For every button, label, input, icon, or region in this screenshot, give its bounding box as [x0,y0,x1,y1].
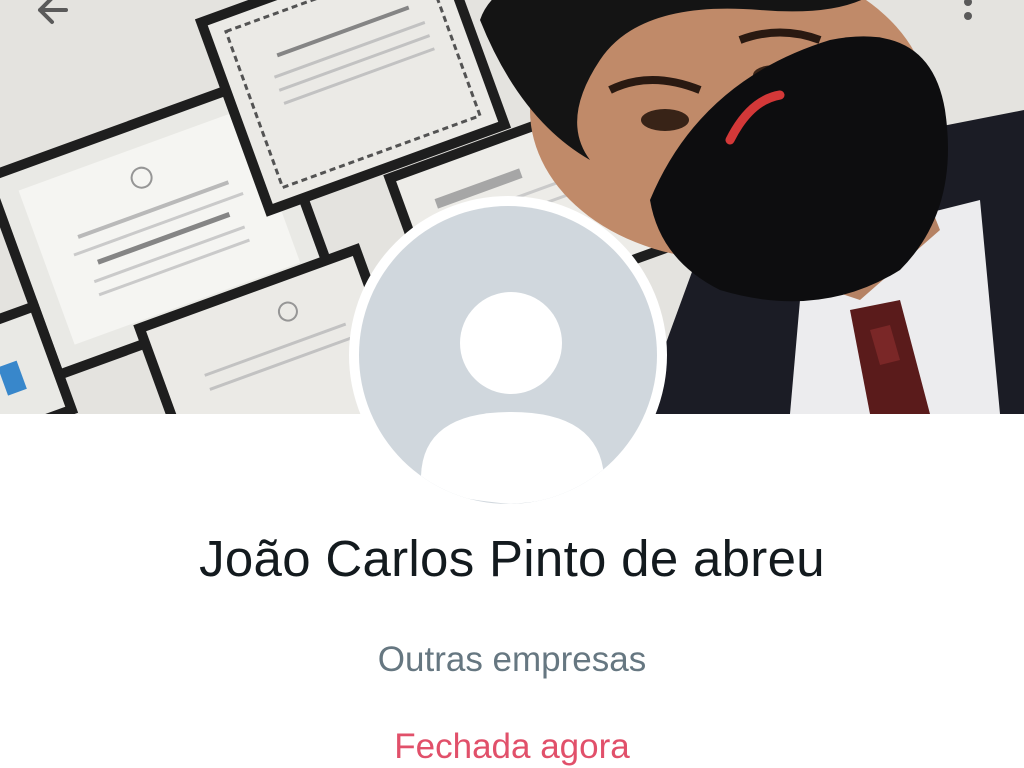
business-hours-status[interactable]: Fechada agora [0,725,1024,768]
profile-avatar[interactable] [349,196,667,514]
more-options-button[interactable] [946,0,990,38]
back-button[interactable] [22,0,82,34]
business-category: Outras empresas [377,640,647,679]
business-profile-screen: João Carlos Pinto de abreu Outras empres… [0,0,1024,768]
more-vertical-icon [964,0,972,20]
default-person-icon [421,292,604,504]
profile-name: João Carlos Pinto de abreu [199,530,825,587]
arrow-left-icon [38,0,68,24]
avatar-placeholder [359,206,657,504]
